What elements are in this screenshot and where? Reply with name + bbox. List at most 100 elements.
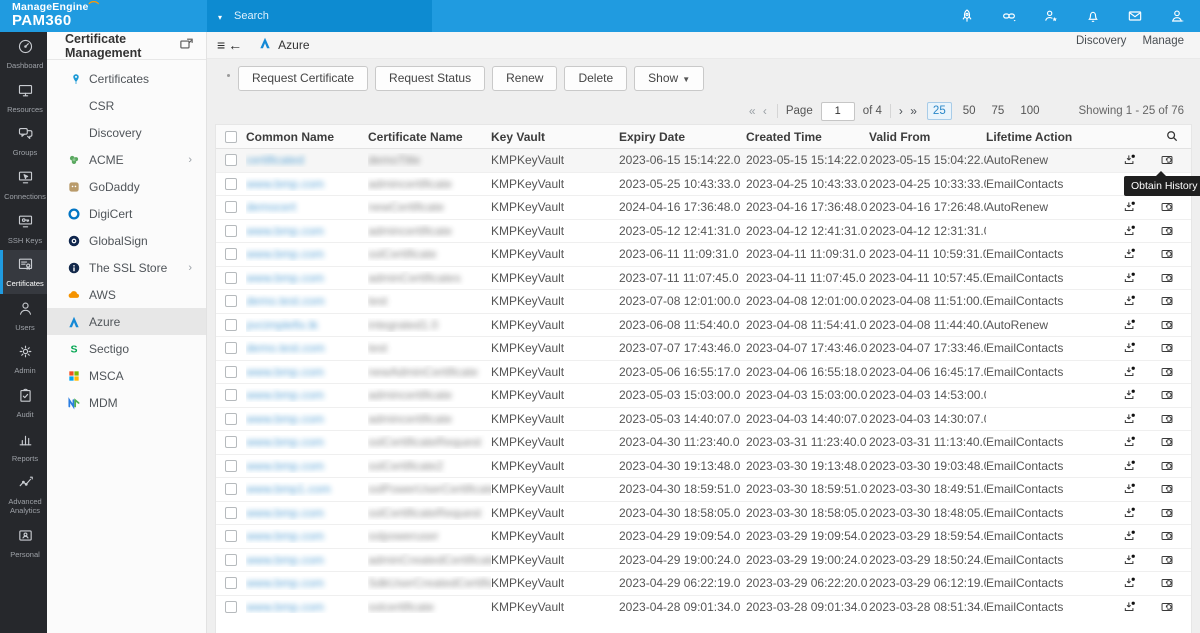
- common-name-link[interactable]: www.bmp.com: [246, 529, 324, 543]
- obtain-history-icon[interactable]: [1159, 388, 1174, 403]
- obtain-certificate-icon[interactable]: [1122, 599, 1137, 613]
- sidebar-item-the-ssl-store[interactable]: The SSL Store›: [47, 254, 206, 281]
- row-checkbox[interactable]: [225, 507, 237, 519]
- common-name-link[interactable]: www.bmp.com: [246, 506, 324, 520]
- obtain-history-icon[interactable]: [1159, 599, 1174, 613]
- obtain-certificate-icon[interactable]: [1122, 153, 1137, 168]
- common-name-link[interactable]: www.bmp.com: [246, 271, 324, 285]
- bell-icon[interactable]: [1084, 7, 1102, 25]
- common-name-link[interactable]: www.bmp.com: [246, 600, 324, 613]
- sidebar-item-digicert[interactable]: DigiCert: [47, 200, 206, 227]
- obtain-certificate-icon[interactable]: [1122, 411, 1137, 426]
- obtain-certificate-icon[interactable]: [1122, 364, 1137, 379]
- row-checkbox[interactable]: [225, 413, 237, 425]
- sidebar-item-godaddy[interactable]: GoDaddy: [47, 173, 206, 200]
- rail-item-advanced-analytics[interactable]: Advanced Analytics: [0, 468, 47, 520]
- discovery-link[interactable]: Discovery: [1076, 35, 1126, 47]
- common-name-link[interactable]: pvcimplefix.tk: [246, 318, 318, 332]
- obtain-certificate-icon[interactable]: [1122, 223, 1137, 238]
- row-checkbox[interactable]: [225, 225, 237, 237]
- column-header-certificate-name[interactable]: Certificate Name: [368, 130, 491, 144]
- sidebar-item-azure[interactable]: Azure: [47, 308, 206, 335]
- common-name-link[interactable]: demo.test.com: [246, 341, 325, 355]
- obtain-certificate-icon[interactable]: [1122, 341, 1137, 356]
- obtain-history-icon[interactable]: [1159, 317, 1174, 332]
- common-name-link[interactable]: certificated: [246, 153, 304, 167]
- sidebar-item-certificates[interactable]: Certificates: [47, 65, 206, 92]
- obtain-certificate-icon[interactable]: [1122, 270, 1137, 285]
- obtain-history-icon[interactable]: [1159, 482, 1174, 497]
- renew-button[interactable]: Renew: [492, 66, 557, 91]
- row-checkbox[interactable]: [225, 366, 237, 378]
- chevron-right-icon[interactable]: ›: [188, 154, 192, 166]
- column-header-valid-from[interactable]: Valid From: [869, 130, 986, 144]
- row-checkbox[interactable]: [225, 577, 237, 589]
- sidebar-item-acme[interactable]: ACME›: [47, 146, 206, 173]
- obtain-certificate-icon[interactable]: [1122, 317, 1137, 332]
- common-name-link[interactable]: demo.test.com: [246, 294, 325, 308]
- column-header-common-name[interactable]: Common Name: [246, 130, 368, 144]
- request-status-button[interactable]: Request Status: [375, 66, 485, 91]
- obtain-certificate-icon[interactable]: [1122, 529, 1137, 544]
- rail-item-users[interactable]: Users: [0, 294, 47, 338]
- obtain-history-icon[interactable]: [1159, 552, 1174, 567]
- sidebar-item-discovery[interactable]: Discovery: [47, 119, 206, 146]
- obtain-history-icon[interactable]: [1159, 223, 1174, 238]
- rail-item-reports[interactable]: Reports: [0, 425, 47, 469]
- common-name-link[interactable]: www.bmp.com: [246, 177, 324, 191]
- rail-item-audit[interactable]: Audit: [0, 381, 47, 425]
- page-size-50[interactable]: 50: [958, 103, 981, 119]
- common-name-link[interactable]: www.bmp.com: [246, 576, 324, 590]
- rail-item-admin[interactable]: Admin: [0, 337, 47, 381]
- obtain-history-icon[interactable]: [1159, 200, 1174, 215]
- pagination-first-prev[interactable]: « ‹: [749, 104, 769, 118]
- obtain-history-icon[interactable]: [1159, 435, 1174, 450]
- chevron-right-icon[interactable]: ›: [188, 262, 192, 274]
- column-header-created-time[interactable]: Created Time: [746, 130, 869, 144]
- sidebar-item-msca[interactable]: MSCA: [47, 362, 206, 389]
- page-size-75[interactable]: 75: [987, 103, 1010, 119]
- obtain-certificate-icon[interactable]: [1122, 200, 1137, 215]
- obtain-certificate-icon[interactable]: [1122, 505, 1137, 520]
- column-header-lifetime-action[interactable]: Lifetime Action: [986, 130, 1098, 144]
- row-checkbox[interactable]: [225, 530, 237, 542]
- obtain-certificate-icon[interactable]: [1122, 294, 1137, 309]
- row-checkbox[interactable]: [225, 248, 237, 260]
- search-scope-caret-icon[interactable]: ▾: [218, 13, 222, 22]
- row-checkbox[interactable]: [225, 272, 237, 284]
- row-checkbox[interactable]: [225, 319, 237, 331]
- column-header-key-vault[interactable]: Key Vault: [491, 130, 619, 144]
- sidebar-item-csr[interactable]: CSR: [47, 92, 206, 119]
- pagination-next-last[interactable]: › »: [899, 104, 919, 118]
- row-checkbox[interactable]: [225, 342, 237, 354]
- table-search-icon[interactable]: [1165, 129, 1179, 148]
- obtain-certificate-icon[interactable]: [1122, 458, 1137, 473]
- row-checkbox[interactable]: [225, 601, 237, 613]
- page-number-input[interactable]: [821, 102, 855, 121]
- common-name-link[interactable]: www.bmp.com: [246, 224, 324, 238]
- back-arrow-icon[interactable]: ←: [228, 37, 242, 53]
- sidebar-item-mdm[interactable]: MDM: [47, 389, 206, 416]
- mail-icon[interactable]: [1126, 7, 1144, 25]
- show-button[interactable]: Show▼: [634, 66, 704, 91]
- rocket-icon[interactable]: [958, 7, 976, 25]
- obtain-certificate-icon[interactable]: [1122, 435, 1137, 450]
- obtain-history-icon[interactable]: [1159, 294, 1174, 309]
- common-name-link[interactable]: www.bmp.com: [246, 435, 324, 449]
- row-checkbox[interactable]: [225, 154, 237, 166]
- popout-window-icon[interactable]: [179, 36, 194, 56]
- rail-item-ssh-keys[interactable]: SSH Keys: [0, 207, 47, 251]
- page-size-25[interactable]: 25: [927, 102, 952, 120]
- column-header-expiry-date[interactable]: Expiry Date: [619, 130, 746, 144]
- obtain-certificate-icon[interactable]: [1122, 482, 1137, 497]
- sidebar-item-aws[interactable]: AWS: [47, 281, 206, 308]
- common-name-link[interactable]: www.bmp.com: [246, 365, 324, 379]
- rail-item-connections[interactable]: Connections: [0, 163, 47, 207]
- obtain-certificate-icon[interactable]: [1122, 552, 1137, 567]
- collapse-menu-icon[interactable]: ≡: [217, 37, 225, 53]
- common-name-link[interactable]: www.bmp.com: [246, 412, 324, 426]
- row-checkbox[interactable]: [225, 483, 237, 495]
- row-checkbox[interactable]: [225, 295, 237, 307]
- common-name-link[interactable]: www.bmp.com: [246, 459, 324, 473]
- row-checkbox[interactable]: [225, 554, 237, 566]
